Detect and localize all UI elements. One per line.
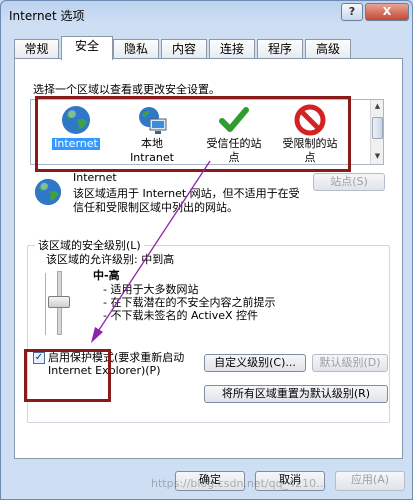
scroll-up-icon[interactable]: ▲ <box>372 101 383 112</box>
help-button[interactable]: ? <box>341 3 363 21</box>
tab-privacy[interactable]: 隐私 <box>113 39 159 59</box>
tab-advanced[interactable]: 高级 <box>305 39 351 59</box>
title-bar[interactable]: Internet 选项 ? X <box>1 1 412 27</box>
close-button[interactable]: X <box>365 3 409 21</box>
allowed-levels-text: 该区域的允许级别: 中到高 <box>46 253 175 266</box>
watermark-text: https://blog.csdn.net/qq_4210... <box>151 477 327 490</box>
internet-options-window: Internet 选项 ? X 常规 安全 隐私 内容 连接 程序 高级 选择一… <box>0 0 413 500</box>
globe-icon <box>34 178 62 206</box>
scroll-thumb[interactable] <box>372 117 383 139</box>
zone-highlight-box <box>35 96 351 172</box>
tab-connections[interactable]: 连接 <box>209 39 255 59</box>
selected-zone-name: Internet <box>73 171 117 184</box>
custom-level-button[interactable]: 自定义级别(C)... <box>204 354 306 372</box>
tab-content[interactable]: 内容 <box>161 39 207 59</box>
slider-thumb[interactable] <box>48 296 70 308</box>
default-level-button[interactable]: 默认级别(D) <box>312 354 388 372</box>
protected-mode-highlight-box <box>24 349 111 402</box>
tab-general[interactable]: 常规 <box>14 39 59 59</box>
security-level-name: 中-高 <box>93 269 120 282</box>
zone-description: 该区域适用于 Internet 网站，但不适用于在受信任和受限制区域中列出的网站… <box>73 187 300 214</box>
level-bullet: - 在下载潜在的不安全内容之前提示 <box>103 296 276 309</box>
apply-button[interactable]: 应用(A) <box>335 471 405 491</box>
security-level-bullets: - 适用于大多数网站 - 在下载潜在的不安全内容之前提示 - 不下载未签名的 A… <box>103 283 275 322</box>
tab-strip: 常规 安全 隐私 内容 连接 程序 高级 <box>14 36 404 60</box>
zone-instruction: 选择一个区域以查看或更改安全设置。 <box>33 83 220 96</box>
level-bullet: - 不下载未签名的 ActiveX 控件 <box>103 309 259 322</box>
tab-programs[interactable]: 程序 <box>257 39 303 59</box>
reset-all-zones-button[interactable]: 将所有区域重置为默认级别(R) <box>204 385 388 403</box>
level-bullet: - 适用于大多数网站 <box>103 283 199 296</box>
window-title: Internet 选项 <box>9 9 85 23</box>
scroll-down-icon[interactable]: ▼ <box>372 151 383 162</box>
security-tab-panel: 选择一个区域以查看或更改安全设置。 Internet 本地 Intranet 受… <box>14 58 403 459</box>
zone-list-scrollbar[interactable]: ▲ ▼ <box>370 100 383 164</box>
tab-security[interactable]: 安全 <box>61 36 113 60</box>
sites-button[interactable]: 站点(S) <box>313 173 385 191</box>
